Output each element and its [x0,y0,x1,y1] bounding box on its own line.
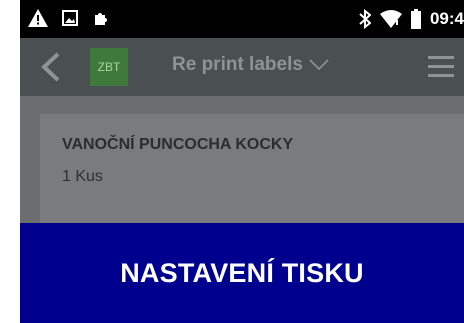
app-logo: ZBT [90,48,128,86]
warning-icon [28,9,48,27]
app-bar: ZBT Re print labels [20,38,464,96]
chevron-down-icon [309,59,329,71]
device-screen: 09:4 ZBT Re print labels VANOČNÍ PUNCOCH… [20,0,464,323]
logo-text: ZBT [97,60,121,74]
product-card[interactable]: VANOČNÍ PUNCOCHA KOCKY 1 Kus [40,114,464,223]
bluetooth-icon [359,9,371,29]
status-bar: 09:4 [20,0,464,38]
product-quantity: 1 Kus [62,168,103,185]
print-settings-dialog: NASTAVENÍ TISKU [20,223,464,323]
battery-icon [410,9,421,29]
menu-icon[interactable] [428,56,454,78]
status-icons-left [28,9,108,27]
status-icons-right: 09:4 [359,9,464,29]
wifi-icon [379,10,402,28]
product-name: VANOČNÍ PUNCOCHA KOCKY [62,136,294,153]
page-title: Re print labels [172,54,303,75]
main-content: VANOČNÍ PUNCOCHA KOCKY 1 Kus [20,96,464,223]
image-icon [62,10,78,26]
status-time: 09:4 [429,9,464,28]
back-arrow-icon[interactable] [38,52,64,82]
dialog-title: NASTAVENÍ TISKU [120,257,364,288]
title-dropdown[interactable]: Re print labels [172,54,329,76]
puzzle-icon [95,13,107,25]
